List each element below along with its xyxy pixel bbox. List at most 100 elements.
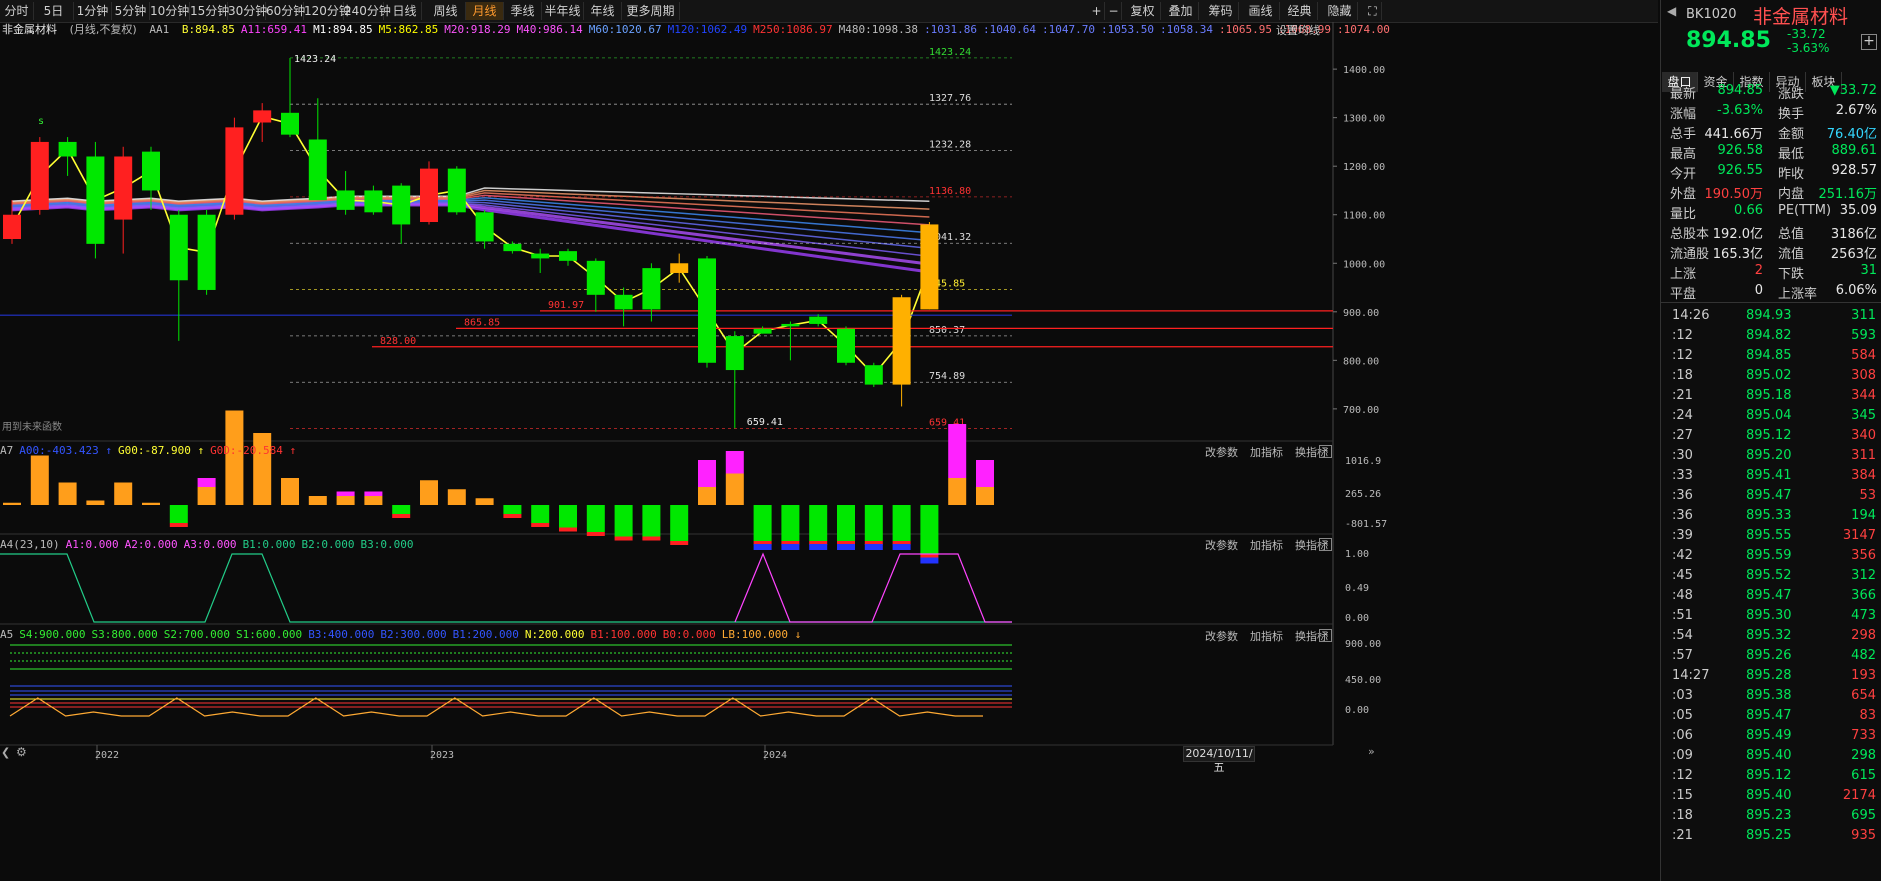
a7-bar: [392, 505, 411, 514]
period-tab[interactable]: 60分钟: [266, 2, 305, 20]
tick-price: 895.41: [1746, 468, 1792, 483]
sidebar-toggle-icon[interactable]: ◀: [1667, 4, 1676, 18]
tick-volume: 298: [1851, 748, 1876, 763]
period-tab[interactable]: 5日: [34, 2, 74, 20]
tick-volume: 935: [1851, 828, 1876, 843]
fib-level-label: 659.41: [929, 418, 965, 429]
tick-row: :48 895.47 366: [1661, 586, 1881, 606]
period-tab[interactable]: 30分钟: [228, 2, 267, 20]
period-tab[interactable]: 日线: [388, 2, 422, 20]
tick-row: 14:27 895.28 193: [1661, 666, 1881, 686]
legend-item: A11:659.41: [240, 23, 308, 36]
candle-body: [58, 141, 77, 157]
tick-volume: 593: [1851, 328, 1876, 343]
period-tab[interactable]: 半年线: [542, 2, 584, 20]
quote-v2: 889.61: [1831, 143, 1878, 158]
toolbar-button-0[interactable]: 复权: [1125, 2, 1161, 20]
legend-item: S1:600.000: [235, 628, 303, 641]
tick-row: :12 894.82 593: [1661, 326, 1881, 346]
period-tab[interactable]: 15分钟: [190, 2, 229, 20]
period-tab[interactable]: 年线: [584, 2, 622, 20]
toolbar-button-2[interactable]: 筹码: [1203, 2, 1239, 20]
tick-price: 895.23: [1746, 808, 1792, 823]
tick-time: :18: [1672, 368, 1693, 383]
period-tab[interactable]: 季线: [504, 2, 542, 20]
a7-axis-label: -801.57: [1345, 519, 1387, 530]
a7-bar: [837, 541, 855, 545]
close-panel-icon[interactable]: ×: [1319, 538, 1332, 551]
a4-line-pink: [734, 552, 1012, 623]
period-tab[interactable]: 月线: [466, 2, 504, 20]
a7-bar: [3, 502, 21, 505]
fib-level-label: 850.37: [929, 325, 965, 336]
scroll-right-icon[interactable]: »: [1368, 745, 1375, 758]
toolbar-button-5[interactable]: 隐藏: [1322, 2, 1358, 20]
a4-axis-label: 0.49: [1345, 583, 1369, 594]
legend-item: :1053.50: [1101, 23, 1154, 36]
panel-button[interactable]: 加指标: [1250, 444, 1283, 460]
panel-button[interactable]: 加指标: [1250, 628, 1283, 644]
a7-axis-label: 265.26: [1345, 489, 1381, 500]
tick-price: 895.12: [1746, 428, 1792, 443]
close-panel-icon[interactable]: ×: [1319, 445, 1332, 458]
legend-item: LB:100.000 ↓: [721, 628, 802, 641]
tick-volume: 654: [1851, 688, 1876, 703]
a7-bar: [614, 505, 633, 537]
a7-bar: [169, 523, 188, 527]
close-panel-icon[interactable]: ×: [1319, 629, 1332, 642]
period-tab[interactable]: 5分钟: [112, 2, 150, 20]
ma-settings-button[interactable]: 设置均线: [1276, 22, 1320, 38]
period-tab[interactable]: 10分钟: [150, 2, 190, 20]
panel-button[interactable]: 改参数: [1205, 444, 1238, 460]
kline-chart[interactable]: 1400.00 1300.00 1200.00 1100.00 1000.00 900.0…: [0, 0, 1658, 881]
tick-time: :09: [1672, 748, 1693, 763]
legend-item: :1058.34: [1160, 23, 1213, 36]
add-watch-button[interactable]: +: [1861, 34, 1877, 50]
legend-item: M5:862.85: [378, 23, 439, 36]
legend-item: B0:0.000: [662, 628, 716, 641]
ma-line: [11, 199, 930, 242]
legend-item: B1:0.000: [242, 538, 296, 551]
panel-button[interactable]: 改参数: [1205, 537, 1238, 553]
quote-v1: 0.66: [1734, 203, 1763, 218]
period-tab[interactable]: 周线: [426, 2, 466, 20]
a7-bar: [698, 487, 716, 505]
toolbar-button-1[interactable]: 叠加: [1163, 2, 1199, 20]
panel-button[interactable]: 改参数: [1205, 628, 1238, 644]
y-tick-label: 1400.00: [1343, 65, 1385, 76]
tick-price: 895.52: [1746, 568, 1792, 583]
period-tab[interactable]: 1分钟: [74, 2, 112, 20]
period-tab[interactable]: 240分钟: [344, 2, 391, 20]
security-title: 非金属材料: [1753, 6, 1849, 28]
fullscreen-icon[interactable]: ⛶: [1364, 2, 1382, 20]
legend-item: B2:0.000: [301, 538, 355, 551]
legend-item: M40:986.14: [516, 23, 583, 36]
candle-body: [447, 168, 466, 213]
a7-bar: [392, 514, 411, 518]
tick-volume: 615: [1851, 768, 1876, 783]
toolbar-button-4[interactable]: 经典: [1282, 2, 1318, 20]
tick-time: :21: [1672, 388, 1693, 403]
tick-price: 895.49: [1746, 728, 1792, 743]
legend-item: G00:-87.900 ↑: [117, 444, 205, 457]
panel-button[interactable]: 加指标: [1250, 537, 1283, 553]
candle-body: [586, 260, 605, 295]
period-tab[interactable]: 更多周期: [622, 2, 680, 20]
candle-body: [86, 156, 105, 244]
tick-row: :18 895.02 308: [1661, 366, 1881, 386]
a7-bar: [864, 541, 883, 545]
ma-line: [11, 202, 930, 258]
period-tab[interactable]: 分时: [0, 2, 34, 20]
candle-body: [197, 214, 216, 290]
quote-panel: ◀ BK1020 非金属材料 + 894.85 -33.72 -3.63% 盘口…: [1660, 0, 1881, 881]
toolbar-button-3[interactable]: 画线: [1242, 2, 1280, 20]
year-settings-icon[interactable]: ⚙: [16, 745, 27, 759]
scroll-left-icon[interactable]: ❮: [1, 746, 10, 759]
a7-bar: [336, 491, 355, 496]
tick-volume: 356: [1851, 548, 1876, 563]
a5-axis-label: 900.00: [1345, 639, 1381, 650]
tick-row: :12 894.85 584: [1661, 346, 1881, 366]
period-tab[interactable]: 120分钟: [304, 2, 351, 20]
ma-line: [11, 203, 930, 274]
quote-v1: 926.55: [1717, 163, 1764, 178]
